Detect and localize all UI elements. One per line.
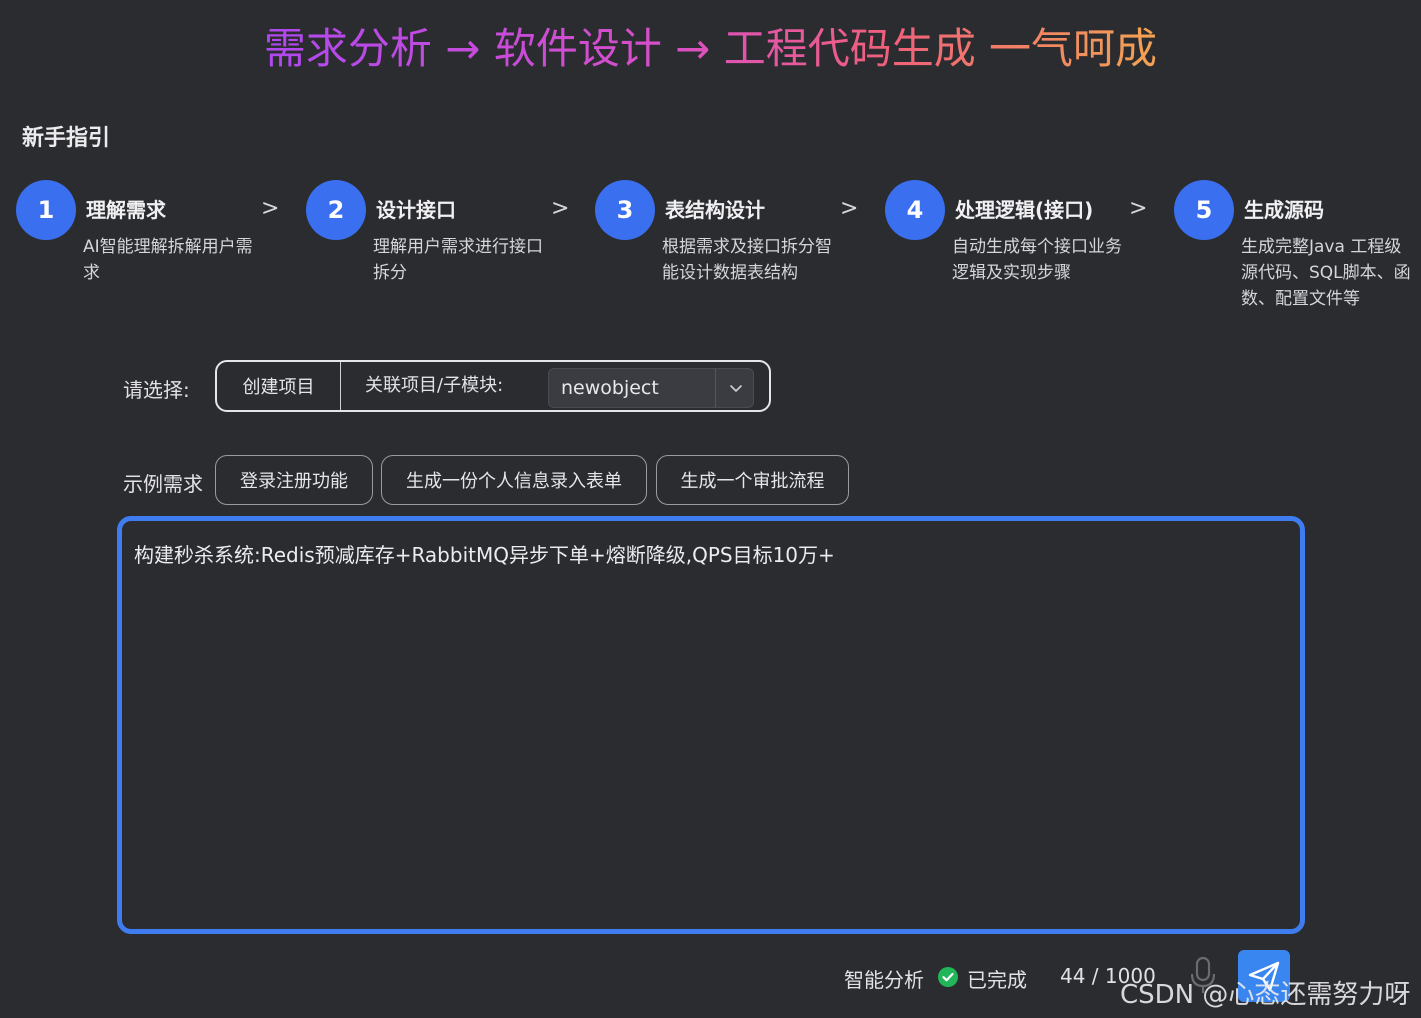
step-arrow: >: [840, 196, 859, 221]
step-arrow: >: [551, 196, 570, 221]
example-approval-button[interactable]: 生成一个审批流程: [656, 455, 849, 505]
step-number: 5: [1174, 180, 1234, 240]
step-title: 理解需求: [86, 198, 166, 222]
step-title: 生成源码: [1244, 198, 1324, 222]
steps-guide: 1 理解需求 AI智能理解拆解用户需求 > 2 设计接口 理解用户需求进行接口拆…: [0, 180, 1421, 340]
project-select-value: newobject: [561, 377, 659, 399]
hero-title: 需求分析 → 软件设计 → 工程代码生成 一气呵成: [0, 22, 1421, 76]
step-arrow: >: [1129, 196, 1148, 221]
select-label: 请选择:: [123, 378, 190, 402]
link-project-label: 关联项目/子模块:: [365, 375, 504, 396]
watermark: CSDN @心态还需努力呀: [1120, 980, 1411, 1010]
hero-title-text: 需求分析 → 软件设计 → 工程代码生成 一气呵成: [263, 24, 1158, 73]
step-description: 生成完整Java 工程级源代码、SQL脚本、函数、配置文件等: [1241, 237, 1411, 309]
example-login-button[interactable]: 登录注册功能: [215, 455, 373, 505]
check-circle-icon: [938, 967, 958, 987]
project-select[interactable]: newobject: [548, 368, 754, 408]
step-title: 表结构设计: [665, 198, 765, 222]
page: 需求分析 → 软件设计 → 工程代码生成 一气呵成 新手指引 1 理解需求 AI…: [0, 0, 1421, 1018]
step-number: 4: [885, 180, 945, 240]
chevron-down-icon[interactable]: [727, 379, 745, 397]
step-description: 理解用户需求进行接口拆分: [373, 237, 543, 283]
footer-bar: 智能分析 已完成 44 / 1000 CSDN @心态还需努力呀: [0, 950, 1421, 1018]
step-arrow: >: [261, 196, 280, 221]
create-project-button[interactable]: 创建项目: [217, 362, 341, 410]
step-title: 设计接口: [376, 198, 456, 222]
step-title: 处理逻辑(接口): [955, 198, 1094, 222]
requirement-input[interactable]: 构建秒杀系统:Redis预减库存+RabbitMQ异步下单+熔断降级,QPS目标…: [117, 516, 1305, 934]
guide-title: 新手指引: [22, 126, 111, 151]
example-form-button[interactable]: 生成一份个人信息录入表单: [381, 455, 647, 505]
status-label: 已完成: [967, 968, 1027, 992]
step-number: 3: [595, 180, 655, 240]
step-description: AI智能理解拆解用户需求: [83, 237, 253, 283]
step-description: 自动生成每个接口业务逻辑及实现步骤: [952, 237, 1122, 283]
examples-label: 示例需求: [123, 472, 203, 496]
step-number: 1: [16, 180, 76, 240]
step-number: 2: [306, 180, 366, 240]
project-selector: 创建项目 关联项目/子模块: newobject: [215, 360, 771, 412]
select-divider: [715, 369, 716, 407]
step-description: 根据需求及接口拆分智能设计数据表结构: [662, 237, 832, 283]
analysis-label: 智能分析: [844, 968, 924, 992]
